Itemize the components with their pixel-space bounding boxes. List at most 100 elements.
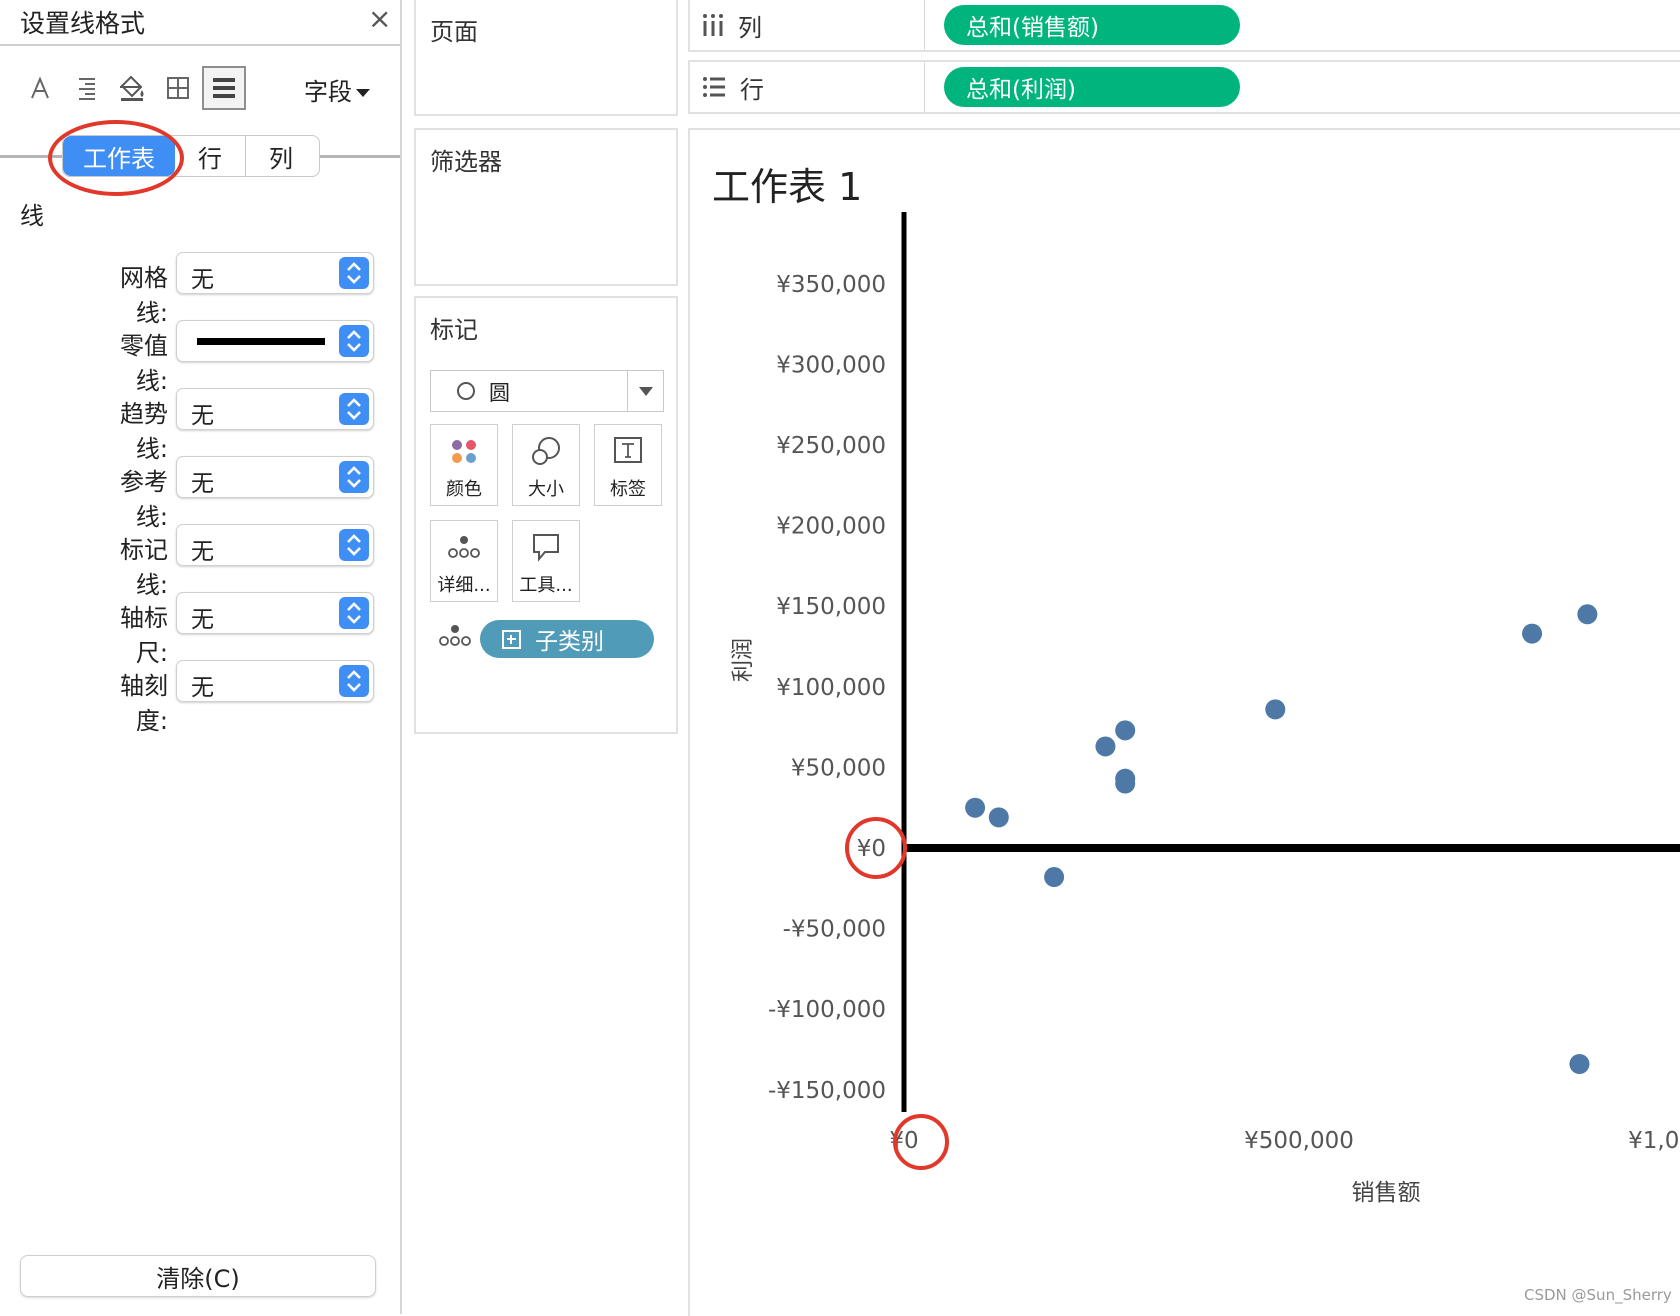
worksheet-view[interactable]: 工作表 1 ¥350,000 ¥300,000 ¥250,000 ¥200,000 ¥1… — [688, 128, 1680, 1316]
columns-shelf: 列 总和(销售额) — [688, 0, 1680, 52]
zero-line-select[interactable] — [176, 320, 374, 362]
caret-down-icon — [639, 387, 653, 396]
reference-lines-select[interactable]: 无 — [176, 456, 374, 498]
reference-lines-value: 无 — [191, 471, 214, 497]
trend-lines-label: 趋势线: — [120, 400, 168, 463]
axis-ticks-label: 轴刻度: — [120, 672, 168, 735]
tooltip-button[interactable]: 工具... — [512, 520, 580, 602]
data-point — [1577, 604, 1598, 625]
color-button-label: 颜色 — [446, 479, 482, 500]
lines-icon[interactable] — [202, 66, 246, 110]
detail-button-label: 详细... — [437, 575, 491, 596]
subcategory-pill-label: 子类别 — [535, 629, 604, 655]
stepper-icon — [339, 461, 369, 493]
fields-dropdown-label: 字段 — [304, 78, 352, 106]
mark-type-value: 圆 — [489, 381, 510, 405]
stepper-icon — [339, 325, 369, 357]
trend-lines-select[interactable]: 无 — [176, 388, 374, 430]
y-tick-label: -¥150,000 — [768, 1078, 886, 1104]
color-button[interactable]: 颜色 — [430, 424, 498, 506]
detail-icon — [438, 624, 472, 652]
detail-icon — [431, 529, 497, 565]
sum-sales-pill[interactable]: 总和(销售额) — [944, 5, 1240, 45]
axis-ticks-select[interactable]: 无 — [176, 660, 374, 702]
section-heading-lines: 线 — [20, 202, 44, 230]
gridlines-value: 无 — [191, 267, 214, 293]
columns-icon — [703, 14, 723, 36]
color-palette-icon — [431, 433, 497, 469]
marks-card: 标记 圆 颜色 大小 标签 详细... 工具... 子类别 — [414, 296, 678, 734]
filters-card[interactable]: 筛选器 — [414, 128, 678, 286]
data-point — [1569, 1054, 1590, 1075]
y-tick-label: ¥350,000 — [776, 272, 886, 298]
stepper-icon — [339, 393, 369, 425]
close-panel-button[interactable]: × — [368, 2, 391, 35]
trend-lines-value: 无 — [191, 403, 214, 429]
axis-rulers-value: 无 — [191, 607, 214, 633]
stepper-icon — [339, 257, 369, 289]
tooltip-button-label: 工具... — [519, 575, 573, 596]
label-button[interactable]: 标签 — [594, 424, 662, 506]
detail-button[interactable]: 详细... — [430, 520, 498, 602]
subcategory-detail-pill[interactable]: 子类别 — [480, 620, 654, 658]
watermark: CSDN @Sun_Sherry — [1524, 1286, 1672, 1304]
format-lines-panel: 设置线格式 × 字段 工作表 行 列 线 网格线: 无 零值线: 趋势线: 无 — [0, 0, 402, 1314]
y-tick-label: ¥100,000 — [776, 675, 886, 701]
divider — [0, 44, 400, 46]
y-tick-label: ¥250,000 — [776, 433, 886, 459]
borders-icon[interactable] — [156, 66, 200, 110]
rows-shelf: 行 总和(利润) — [688, 60, 1680, 114]
clear-button[interactable]: 清除(C) — [20, 1255, 376, 1297]
rows-shelf-text: 行 — [740, 75, 764, 104]
data-point — [1115, 720, 1136, 741]
columns-shelf-text: 列 — [738, 13, 762, 42]
stepper-icon — [339, 665, 369, 697]
y-tick-label: ¥300,000 — [776, 352, 886, 378]
pages-card-title: 页面 — [430, 18, 478, 46]
drop-lines-select[interactable]: 无 — [176, 524, 374, 566]
drop-lines-label: 标记线: — [120, 536, 168, 599]
rows-shelf-label: 行 — [702, 62, 925, 112]
y-axis-title: 利润 — [731, 638, 756, 682]
tooltip-icon — [513, 529, 579, 565]
x-axis-title: 销售额 — [1352, 1180, 1421, 1206]
text-label-icon — [595, 433, 661, 469]
zero-line-label: 零值线: — [120, 332, 168, 395]
panel-title: 设置线格式 — [20, 9, 146, 38]
font-icon[interactable] — [18, 66, 62, 110]
data-point — [1095, 736, 1116, 757]
gridlines-label: 网格线: — [120, 264, 168, 327]
axis-rulers-select[interactable]: 无 — [176, 592, 374, 634]
data-point — [965, 797, 986, 818]
sum-profit-pill[interactable]: 总和(利润) — [944, 67, 1240, 107]
tab-sheet[interactable]: 工作表 — [63, 136, 175, 176]
scope-tabs: 工作表 行 列 — [62, 135, 320, 177]
mark-type-dropdown[interactable]: 圆 — [430, 370, 664, 412]
label-button-label: 标签 — [610, 479, 646, 500]
x-tick-label: ¥1,000,000 — [1628, 1128, 1680, 1154]
reference-lines-label: 参考线: — [120, 468, 168, 531]
rows-icon — [703, 77, 725, 97]
data-point — [1115, 773, 1136, 794]
y-tick-label: ¥50,000 — [791, 755, 886, 781]
marks-card-title: 标记 — [430, 316, 478, 344]
shading-icon[interactable] — [110, 66, 154, 110]
data-point — [1044, 867, 1065, 888]
gridlines-select[interactable]: 无 — [176, 252, 374, 294]
y-tick-label: ¥200,000 — [776, 514, 886, 540]
alignment-icon[interactable] — [64, 66, 108, 110]
fields-dropdown[interactable]: 字段 — [304, 72, 370, 107]
tab-columns[interactable]: 列 — [246, 136, 316, 176]
tab-rows[interactable]: 行 — [175, 136, 246, 176]
axis-rulers-label: 轴标尺: — [120, 604, 168, 667]
stepper-icon — [339, 529, 369, 561]
drop-lines-value: 无 — [191, 539, 214, 565]
size-button[interactable]: 大小 — [512, 424, 580, 506]
y-tick-label: -¥50,000 — [783, 917, 886, 943]
stepper-icon — [339, 597, 369, 629]
expand-icon — [502, 629, 521, 649]
scatter-plot[interactable]: ¥350,000 ¥300,000 ¥250,000 ¥200,000 ¥150,000… — [690, 130, 1680, 1316]
size-icon — [513, 433, 579, 469]
pages-card[interactable]: 页面 — [414, 0, 678, 116]
size-button-label: 大小 — [528, 479, 564, 500]
